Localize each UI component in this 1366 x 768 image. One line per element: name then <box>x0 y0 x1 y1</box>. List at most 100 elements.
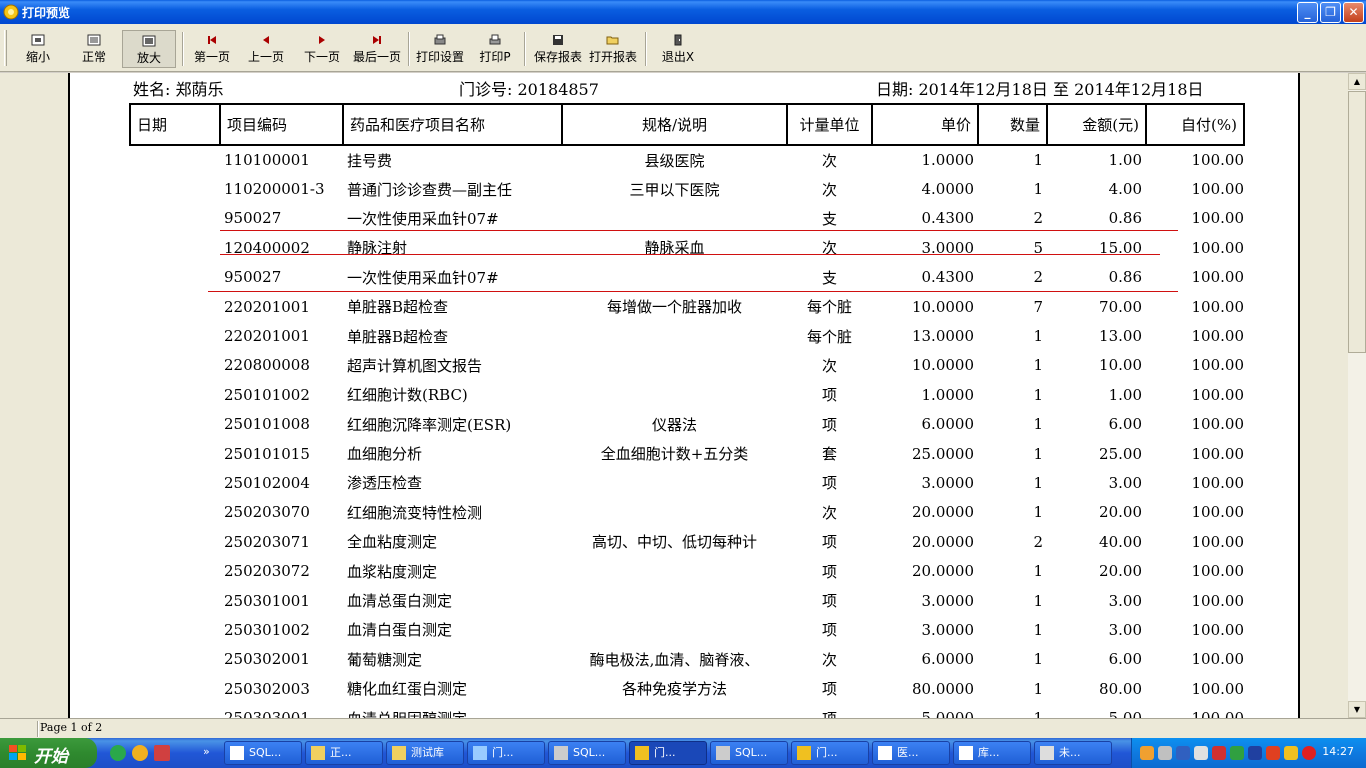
cell-date <box>130 321 220 350</box>
cell-qty: 1 <box>978 703 1047 718</box>
cell-self: 100.00 <box>1191 268 1245 287</box>
task-app-icon <box>554 746 568 760</box>
clock: 14:27 <box>1322 745 1354 758</box>
cell-date <box>130 615 220 644</box>
cell-code: 250302001 <box>224 650 310 669</box>
zoom-out-button[interactable]: 缩小 <box>18 30 58 68</box>
first-page-icon <box>208 36 216 44</box>
taskbar-button[interactable]: 门... <box>629 741 707 765</box>
exit-button[interactable]: 退出X <box>660 30 696 68</box>
stop-icon[interactable] <box>1302 746 1316 760</box>
taskbar-button[interactable]: 门... <box>791 741 869 765</box>
cell-amount: 70.00 <box>1099 297 1142 316</box>
print-setup-button[interactable]: 打印设置 <box>414 30 466 68</box>
normal-button[interactable]: 正常 <box>72 30 116 68</box>
tray-icon[interactable] <box>1176 746 1190 760</box>
task-app-icon <box>1040 746 1054 760</box>
restore-button[interactable]: ❐ <box>1320 2 1341 23</box>
cell-amount: 1.00 <box>1108 151 1142 170</box>
app-icon <box>3 4 19 20</box>
scroll-down-button[interactable]: ▼ <box>1348 701 1366 718</box>
table-row: 250302003 糖化血红蛋白测定 各种免疫学方法 项 80.0000 1 80.00 10… <box>130 674 1244 703</box>
cell-name: 一次性使用采血针07# <box>347 268 499 287</box>
toolbar-separator <box>408 32 410 66</box>
tray-icon[interactable] <box>1194 746 1208 760</box>
cell-code: 250102004 <box>224 473 310 492</box>
zoom-in-icon <box>142 35 156 47</box>
table-row: 250303001血清总胆固醇测定 项5.000015.00100.00 <box>130 703 1244 718</box>
print-button[interactable]: 打印P <box>476 30 514 68</box>
taskbar-button-label: 测试库 <box>411 746 444 759</box>
cell-date <box>130 233 220 262</box>
cell-date <box>130 174 220 203</box>
tray-icon[interactable] <box>1140 746 1154 760</box>
cell-code: 220800008 <box>224 356 310 375</box>
cell-price: 0.4300 <box>921 209 975 228</box>
cell-spec <box>562 321 787 350</box>
cell-date <box>130 556 220 585</box>
first-page-button[interactable]: 第一页 <box>190 30 234 68</box>
cell-name: 血清总蛋白测定 <box>347 592 453 611</box>
taskbar-button-label: 门... <box>654 746 676 759</box>
cell-code: 250203070 <box>224 503 310 522</box>
tray-icon[interactable] <box>1248 746 1262 760</box>
column-header: 项目编码 <box>219 103 344 146</box>
taskbar-button[interactable]: 门... <box>467 741 545 765</box>
taskbar-button[interactable]: 医... <box>872 741 950 765</box>
quicklaunch-icon[interactable] <box>132 745 148 761</box>
fee-table: 日期 项目编码 药品和医疗项目名称 规格/说明 计量单位 单价 数量 金额(元)… <box>129 103 1245 718</box>
close-button[interactable]: ✕ <box>1343 2 1364 23</box>
cell-qty: 5 <box>1033 238 1043 257</box>
scroll-up-button[interactable]: ▲ <box>1348 73 1366 90</box>
cell-amount: 13.00 <box>1099 327 1142 346</box>
cell-code: 250101002 <box>224 385 310 404</box>
last-page-icon <box>373 36 381 44</box>
open-report-button[interactable]: 打开报表 <box>588 30 638 68</box>
quicklaunch-expand-icon[interactable]: » <box>203 745 219 761</box>
cell-name: 血浆粘度测定 <box>347 562 438 581</box>
quicklaunch-icon[interactable] <box>110 745 126 761</box>
cell-amount: 0.86 <box>1108 209 1142 228</box>
shield-icon[interactable] <box>1230 746 1244 760</box>
cell-price: 3.0000 <box>921 591 975 610</box>
prev-page-button[interactable]: 上一页 <box>244 30 288 68</box>
cell-self: 100.00 <box>1191 209 1245 228</box>
cell-code: 250203072 <box>224 562 310 581</box>
cell-price: 3.0000 <box>921 620 975 639</box>
table-header-row: 日期 项目编码 药品和医疗项目名称 规格/说明 计量单位 单价 数量 金额(元)… <box>129 103 1245 146</box>
minimize-button[interactable]: _ <box>1297 2 1318 23</box>
cell-amount: 15.00 <box>1099 238 1142 257</box>
start-button[interactable]: 开始 <box>0 738 97 768</box>
task-app-icon <box>311 746 325 760</box>
tray-icon[interactable] <box>1266 746 1280 760</box>
taskbar-button[interactable]: SQL... <box>548 741 626 765</box>
cell-date <box>130 468 220 497</box>
taskbar-button[interactable]: 未... <box>1034 741 1112 765</box>
column-header: 规格/说明 <box>561 103 788 146</box>
zoom-in-button[interactable]: 放大 <box>122 30 176 68</box>
vertical-scrollbar[interactable]: ▲ ▼ <box>1348 73 1366 718</box>
table-row: 110100001 挂号费 县级医院 次 1.0000 1 1.00 100.00 <box>130 145 1244 174</box>
tray-icon[interactable] <box>1212 746 1226 760</box>
scroll-thumb[interactable] <box>1348 91 1366 353</box>
taskbar-button[interactable]: 测试库 <box>386 741 464 765</box>
last-page-button[interactable]: 最后一页 <box>350 30 404 68</box>
tray-icon[interactable] <box>1158 746 1172 760</box>
cell-date <box>130 292 220 321</box>
cell-qty: 1 <box>1033 650 1043 669</box>
taskbar-button[interactable]: SQL... <box>710 741 788 765</box>
cell-amount: 20.00 <box>1099 503 1142 522</box>
tray-icon[interactable] <box>1284 746 1298 760</box>
taskbar-button[interactable]: 库... <box>953 741 1031 765</box>
taskbar-button[interactable]: 正... <box>305 741 383 765</box>
cell-amount: 6.00 <box>1108 650 1142 669</box>
task-app-icon <box>797 746 811 760</box>
quicklaunch-icon[interactable] <box>154 745 170 761</box>
taskbar-button[interactable]: SQL... <box>224 741 302 765</box>
save-report-button[interactable]: 保存报表 <box>532 30 584 68</box>
cell-code: 110100001 <box>224 151 310 170</box>
next-page-button[interactable]: 下一页 <box>300 30 344 68</box>
cell-spec: 每增做一个脏器加收 <box>606 298 742 317</box>
column-header: 单价 <box>871 103 979 146</box>
cell-code: 950027 <box>224 268 282 287</box>
